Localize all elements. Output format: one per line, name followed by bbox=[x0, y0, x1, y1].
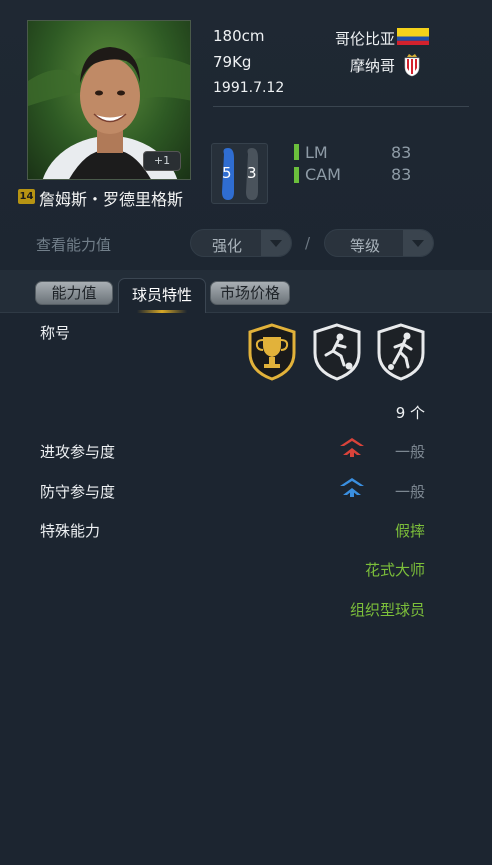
dribbling-player-badge-icon[interactable] bbox=[311, 323, 363, 381]
header-divider bbox=[213, 106, 469, 107]
attack-arrow-icon bbox=[340, 438, 364, 457]
player-name: 詹姆斯・罗德里格斯 bbox=[39, 190, 184, 209]
level-dropdown-value: 等级 bbox=[349, 237, 380, 255]
running-player-badge-icon[interactable] bbox=[375, 323, 427, 381]
level-dropdown[interactable]: 等级 bbox=[324, 229, 434, 257]
tab-market-price[interactable]: 市场价格 bbox=[210, 281, 290, 305]
upgrade-dropdown[interactable]: 强化 bbox=[190, 229, 292, 257]
player-height: 180cm bbox=[213, 27, 265, 45]
chevron-down-icon bbox=[261, 230, 291, 256]
active-tab-indicator bbox=[137, 310, 187, 313]
tab-label: 球员特性 bbox=[131, 286, 192, 304]
view-ability-label: 查看能力值 bbox=[36, 236, 112, 254]
tab-stats[interactable]: 能力值 bbox=[35, 281, 113, 305]
position-label: CAM bbox=[305, 165, 341, 184]
special-ability-item: 假摔 bbox=[394, 522, 425, 540]
trait-count: 9 个 bbox=[395, 404, 425, 422]
position-bar bbox=[294, 144, 299, 160]
position-label: LM bbox=[305, 143, 328, 162]
attack-participation-label: 进攻参与度 bbox=[40, 443, 116, 461]
trophy-badge-icon[interactable] bbox=[246, 323, 298, 381]
attack-participation-value: 一般 bbox=[394, 443, 425, 461]
special-ability-item: 组织型球员 bbox=[349, 601, 425, 619]
left-foot-rating: 5 bbox=[222, 164, 232, 182]
player-birthdate: 1991.7.12 bbox=[213, 80, 285, 96]
player-weight: 79Kg bbox=[213, 53, 252, 71]
position-rating: 83 bbox=[391, 143, 412, 162]
defense-participation-label: 防守参与度 bbox=[40, 483, 116, 501]
position-rating: 83 bbox=[391, 165, 412, 184]
right-foot-rating: 3 bbox=[247, 164, 257, 182]
upgrade-dropdown-value: 强化 bbox=[211, 237, 242, 255]
defense-arrow-icon bbox=[340, 478, 364, 497]
special-ability-item: 花式大师 bbox=[364, 561, 425, 579]
player-nationality: 哥伦比亚 bbox=[334, 30, 395, 48]
colombia-flag-icon bbox=[397, 28, 429, 45]
player-club: 摩纳哥 bbox=[349, 57, 395, 75]
player-header: +1 14 詹姆斯・罗德里格斯 180cm 79Kg 1991.7.12 哥伦比… bbox=[0, 0, 492, 270]
position-bar bbox=[294, 167, 299, 183]
club-crest-icon bbox=[404, 54, 420, 77]
title-label: 称号 bbox=[40, 324, 71, 342]
special-ability-label: 特殊能力 bbox=[40, 522, 101, 540]
weak-foot-box: 5 3 bbox=[211, 143, 268, 204]
dropdown-separator: / bbox=[305, 234, 311, 252]
tab-player-traits[interactable]: 球员特性 bbox=[118, 278, 206, 313]
chevron-down-icon bbox=[403, 230, 433, 256]
tab-bar: 能力值 球员特性 市场价格 bbox=[0, 270, 492, 313]
upgrade-level-badge: +1 bbox=[143, 151, 181, 171]
defense-participation-value: 一般 bbox=[394, 483, 425, 501]
season-badge: 14 bbox=[18, 189, 35, 204]
